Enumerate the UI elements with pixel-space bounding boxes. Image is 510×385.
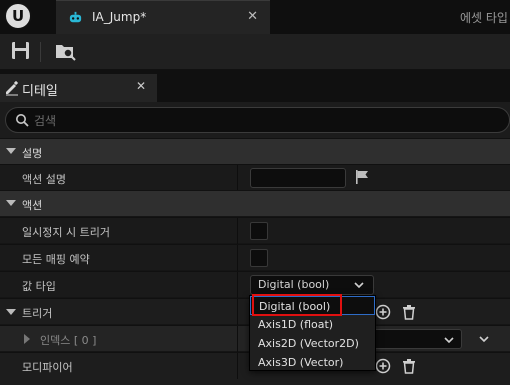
property-label: 모든 매핑 예약 <box>22 253 90 266</box>
asset-toolbar <box>0 34 510 70</box>
close-icon[interactable]: ✕ <box>247 9 258 24</box>
column-divider <box>237 165 238 191</box>
column-divider <box>237 218 238 244</box>
property-label: 모디파이어 <box>22 361 73 374</box>
asset-type-tab-label[interactable]: 에셋 타입 <box>460 9 508 26</box>
dropdown-option-label: Axis2D (Vector2D) <box>258 337 359 350</box>
chevron-down-icon <box>354 282 364 289</box>
dropdown-option-label: Digital (bool) <box>259 300 331 313</box>
dropdown-option-axis3d-vector[interactable]: Axis3D (Vector) <box>250 353 375 372</box>
document-tab-bar: IA_Jump* ✕ 에셋 타입 <box>0 0 510 34</box>
chevron-down-icon[interactable] <box>478 333 490 345</box>
section-title: 설명 <box>22 147 43 160</box>
property-row-value-type: 값 타입 Digital (bool) <box>0 271 510 298</box>
dropdown-option-label: Axis3D (Vector) <box>258 356 344 369</box>
dropdown-option-label: Axis1D (float) <box>258 318 334 331</box>
trigger-class-combo[interactable] <box>372 329 462 349</box>
column-divider <box>237 353 238 379</box>
value-type-combo[interactable]: Digital (bool) <box>250 275 374 295</box>
chevron-down-icon[interactable] <box>6 309 16 315</box>
unreal-logo-icon[interactable] <box>4 2 32 30</box>
pencil-icon <box>6 80 19 96</box>
property-label: 일시정지 시 트리거 <box>22 226 110 239</box>
column-divider <box>237 326 238 352</box>
property-row-reserve-all-mappings: 모든 매핑 예약 <box>0 244 510 271</box>
trash-icon[interactable] <box>400 303 418 321</box>
value-type-selected: Digital (bool) <box>258 278 330 291</box>
section-header-action[interactable]: 액션 <box>0 190 510 216</box>
reserve-all-mappings-checkbox[interactable] <box>250 249 268 267</box>
column-divider <box>237 272 238 298</box>
chevron-down-icon <box>6 200 16 206</box>
trigger-when-paused-checkbox[interactable] <box>250 222 268 240</box>
action-description-field[interactable] <box>250 168 346 188</box>
chevron-right-icon[interactable] <box>24 334 30 344</box>
search-input[interactable] <box>34 112 234 130</box>
property-label: 값 타입 <box>22 280 56 293</box>
trash-icon[interactable] <box>400 357 418 375</box>
details-panel-tabbar: 디테일 ✕ <box>0 70 510 102</box>
section-title: 액션 <box>22 199 43 212</box>
localization-flag-icon[interactable] <box>354 169 370 185</box>
input-action-icon <box>69 11 82 23</box>
value-type-dropdown-menu: Digital (bool) Axis1D (float) Axis2D (Ve… <box>249 295 376 371</box>
search-icon <box>16 114 29 127</box>
dropdown-option-axis2d-vector2d[interactable]: Axis2D (Vector2D) <box>250 334 375 353</box>
dropdown-option-axis1d-float[interactable]: Axis1D (float) <box>250 315 375 334</box>
document-tab-title: IA_Jump* <box>92 10 147 24</box>
tab-details[interactable]: 디테일 ✕ <box>0 74 157 102</box>
property-row-trigger-when-paused: 일시정지 시 트리거 <box>0 217 510 244</box>
column-divider <box>237 245 238 271</box>
chevron-down-icon <box>444 337 454 344</box>
property-label: 액션 설명 <box>22 173 66 186</box>
column-divider <box>237 299 238 325</box>
add-element-icon[interactable] <box>374 357 392 375</box>
section-header-description[interactable]: 설명 <box>0 138 510 164</box>
toolbar-divider <box>40 42 41 62</box>
chevron-down-icon <box>6 148 16 154</box>
details-search-bar <box>0 102 510 138</box>
browse-asset-icon[interactable] <box>53 40 77 62</box>
close-icon[interactable]: ✕ <box>136 79 146 93</box>
search-box[interactable] <box>5 107 510 133</box>
add-element-icon[interactable] <box>374 303 392 321</box>
dropdown-option-digital-bool[interactable]: Digital (bool) <box>250 296 375 315</box>
document-tab-ia-jump[interactable]: IA_Jump* ✕ <box>56 0 270 34</box>
save-icon[interactable] <box>9 40 33 62</box>
property-label: 트리거 <box>22 307 53 320</box>
property-row-action-description: 액션 설명 <box>0 164 510 191</box>
details-panel-title: 디테일 <box>22 84 58 99</box>
property-label: 인덱스 [ 0 ] <box>40 334 97 347</box>
